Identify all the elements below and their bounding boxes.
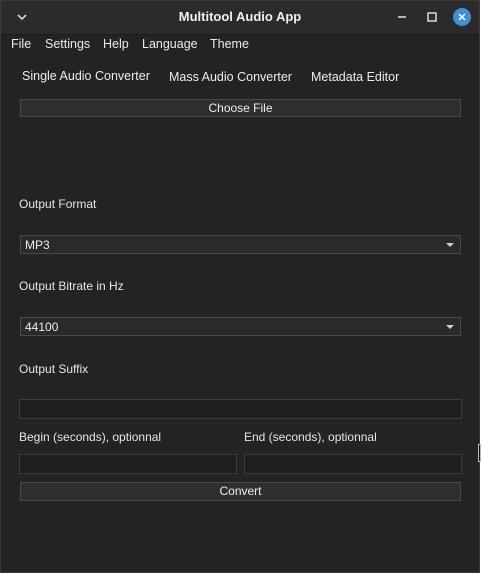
bitrate-value: 44100 <box>25 320 59 334</box>
menu-bar: File Settings Help Language Theme <box>1 34 479 54</box>
choose-file-button[interactable]: Choose File <box>20 99 461 117</box>
convert-button[interactable]: Convert <box>20 482 461 501</box>
begin-seconds-label: Begin (seconds), optionnal <box>19 430 162 444</box>
output-suffix-label: Output Suffix <box>19 362 89 376</box>
title-bar: Multitool Audio App <box>1 1 479 35</box>
menu-file[interactable]: File <box>11 37 31 51</box>
dropdown-arrow-icon <box>446 325 454 329</box>
menu-settings[interactable]: Settings <box>45 37 90 51</box>
end-seconds-label: End (seconds), optionnal <box>244 430 377 444</box>
output-format-label: Output Format <box>19 197 97 211</box>
bitrate-label: Output Bitrate in Hz <box>19 279 124 293</box>
output-suffix-input[interactable] <box>19 399 462 419</box>
menu-help[interactable]: Help <box>103 37 129 51</box>
maximize-button[interactable] <box>422 7 442 27</box>
output-format-select[interactable]: MP3 <box>20 235 461 254</box>
dropdown-arrow-icon <box>446 243 454 247</box>
app-window: Multitool Audio App File Settings Help L… <box>0 0 480 573</box>
maximize-icon <box>427 12 437 22</box>
menu-language[interactable]: Language <box>142 37 198 51</box>
output-format-value: MP3 <box>25 238 50 252</box>
minimize-icon <box>398 16 406 18</box>
tab-single-audio-converter[interactable]: Single Audio Converter <box>22 69 150 83</box>
minimize-button[interactable] <box>392 7 412 27</box>
end-seconds-input[interactable] <box>244 454 462 474</box>
tab-metadata-editor[interactable]: Metadata Editor <box>311 70 399 84</box>
bitrate-select[interactable]: 44100 <box>20 317 461 336</box>
close-button[interactable] <box>452 7 472 27</box>
close-icon <box>458 13 466 21</box>
menu-theme[interactable]: Theme <box>210 37 249 51</box>
tab-mass-audio-converter[interactable]: Mass Audio Converter <box>169 70 292 84</box>
begin-seconds-input[interactable] <box>19 454 237 474</box>
tab-bar: Single Audio Converter Mass Audio Conver… <box>1 63 479 89</box>
text-cursor-icon <box>478 444 481 462</box>
